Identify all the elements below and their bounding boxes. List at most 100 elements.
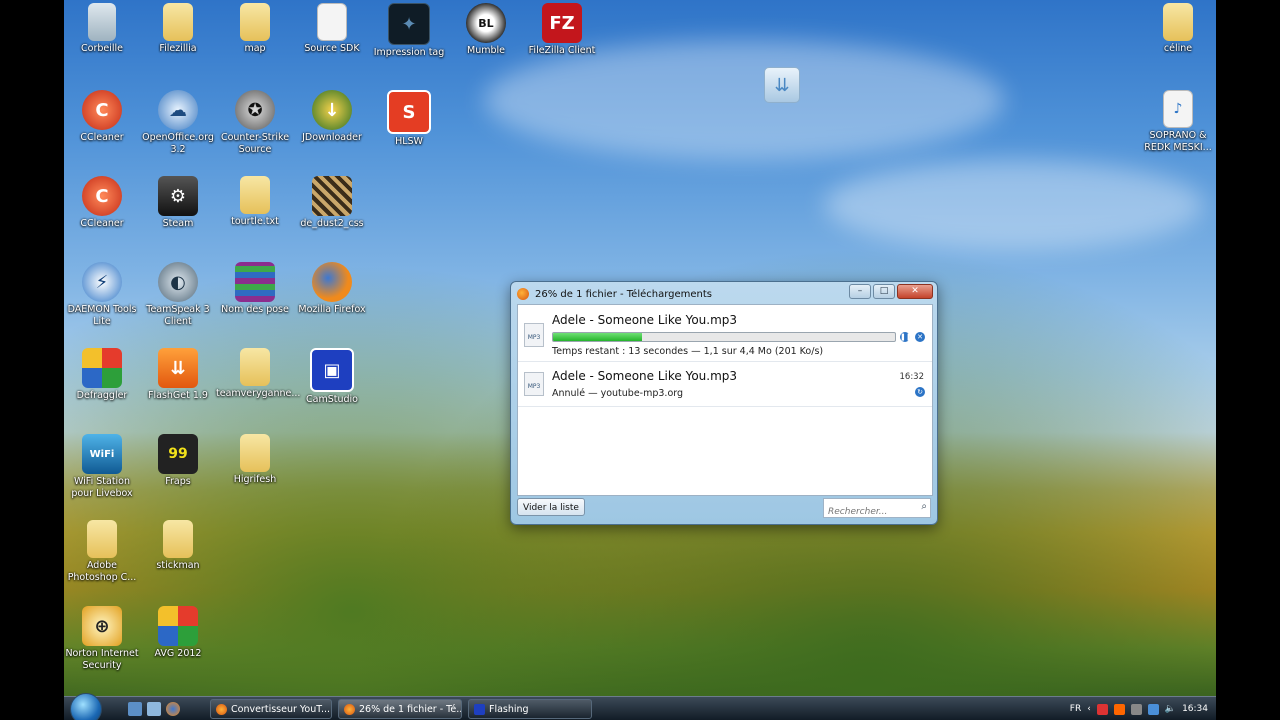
desktop-icon-label: tourtle.txt [231,216,279,227]
desktop-icon-norton[interactable]: ⊕ Norton Internet Security [64,606,141,672]
folder-icon [163,3,193,41]
desktop-icon-label: Impression tag [373,47,445,58]
desktop-icon-adobe-photoshop[interactable]: Adobe Photoshop C... [64,520,141,584]
desktop-icon-teamveryganne[interactable]: teamveryganne... [216,348,301,400]
desktop-icon-flashget[interactable]: ⇊ FlashGet 1.9 [139,348,217,402]
desktop-icon-soprano-mp3[interactable]: ♪ SOPRANO & REDK MESKI... [1139,90,1216,154]
desktop-icon-label: Filezillia [159,43,197,54]
clock[interactable]: 16:34 [1182,704,1208,714]
clear-list-button[interactable]: Vider la liste [517,498,585,516]
desktop-icon-label: Higrifesh [233,474,277,485]
retry-icon: ↻ [917,388,923,396]
tray-app-icon[interactable] [1130,703,1142,715]
desktop-icon-label: Mozilla Firefox [298,304,366,315]
fraps-icon: 99 [158,434,198,474]
desktop-icon-de-dust2[interactable]: de_dust2_css [293,176,371,230]
desktop-icon-recycle-bin[interactable]: Corbeille [64,3,141,55]
download-item[interactable]: MP3 Adele - Someone Like You.mp3 16:32 A… [518,362,932,407]
pause-button[interactable]: ❚❚ [900,332,912,342]
desktop-icon-label: FileZilla Client [528,45,596,56]
desktop-icon-jdownloader[interactable]: ↓ JDownloader [293,90,371,144]
desktop-icon-fraps[interactable]: 99 Fraps [139,434,217,488]
chevron-left-icon[interactable]: ‹ [1087,704,1091,714]
start-button[interactable] [70,693,102,720]
desktop-icon-source-sdk[interactable]: Source SDK [293,3,371,55]
desktop-icon-higrifesh[interactable]: Higrifesh [216,434,294,486]
desktop-icon-stickman[interactable]: stickman [139,520,217,572]
firefox-quicklaunch-icon[interactable] [166,702,180,716]
downloads-list: MP3 Adele - Someone Like You.mp3 ❚❚ ✕ Te… [517,304,933,496]
desktop-icon-label: Nom des pose [221,304,289,315]
ccleaner-icon: C [82,176,122,216]
openoffice-icon: ☁ [158,90,198,130]
volume-icon[interactable]: 🔈 [1165,704,1176,714]
window-title: 26% de 1 fichier - Téléchargements [535,288,713,300]
desktop-icon-wifi-station[interactable]: WiFi WiFi Station pour Livebox [64,434,141,500]
folder-icon [240,434,270,472]
desktop-icon-label: céline [1163,43,1193,54]
taskbar-item-label: 26% de 1 fichier - Té... [359,704,462,715]
recycle-bin-icon [88,3,116,41]
display-icon[interactable] [1147,703,1159,715]
desktop-icon-ccleaner[interactable]: C CCleaner [64,90,141,144]
desktop-icon-filezilla-client[interactable]: FZ FileZilla Client [523,3,601,57]
desktop-icon-celine[interactable]: céline [1139,3,1216,55]
wifi-icon: WiFi [82,434,122,474]
downloads-indicator[interactable]: ⇊ [764,67,800,103]
desktop-icon-hlsw[interactable]: S HLSW [370,90,448,148]
firefox-icon [517,288,529,300]
retry-button[interactable]: ↻ [915,387,925,397]
desktop-icon-filezillia[interactable]: Filezillia [139,3,217,55]
steam-icon: ⚙ [158,176,198,216]
desktop-icon-label: teamveryganne... [216,388,301,399]
switch-windows-icon[interactable] [147,702,161,716]
taskbar-item-convertisseur[interactable]: Convertisseur YouT... [210,699,332,719]
desktop-icon-counter-strike[interactable]: ✪ Counter-Strike Source [216,90,294,156]
taskbar-item-flashing[interactable]: Flashing [468,699,592,719]
archive-icon [235,262,275,302]
desktop-icon-teamspeak[interactable]: ◐ TeamSpeak 3 Client [139,262,217,328]
desktop-icon-label: FlashGet 1.9 [148,390,208,401]
desktop-icon-impression-tag[interactable]: ✦ Impression tag [370,3,448,59]
desktop-icon-ccleaner-2[interactable]: C CCleaner [64,176,141,230]
taskbar-item-downloads[interactable]: 26% de 1 fichier - Té... [338,699,462,719]
show-desktop-icon[interactable] [128,702,142,716]
downloads-window: 26% de 1 fichier - Téléchargements – □ ✕… [510,281,938,525]
desktop-icon-daemon-tools[interactable]: ⚡ DAEMON Tools Lite [64,262,141,328]
desktop-icon-label: map [244,43,266,54]
pause-icon: ❚❚ [900,333,912,341]
desktop-icon-steam[interactable]: ⚙ Steam [139,176,217,230]
search-input[interactable] [824,504,914,520]
download-item[interactable]: MP3 Adele - Someone Like You.mp3 ❚❚ ✕ Te… [518,305,932,362]
download-progress-bar [552,332,896,342]
desktop-icon-map[interactable]: map [216,3,294,55]
maximize-button[interactable]: □ [873,284,895,299]
desktop-icon-camstudio[interactable]: ▣ CamStudio [293,348,371,406]
desktop-icon-tourtle[interactable]: tourtle.txt [216,176,294,228]
daemon-tools-icon: ⚡ [82,262,122,302]
document-icon [317,3,347,41]
desktop-icon-label: TeamSpeak 3 Client [146,304,210,327]
flashget-tray-icon[interactable] [1113,703,1125,715]
counter-strike-icon: ✪ [235,90,275,130]
cancel-button[interactable]: ✕ [915,332,925,342]
desktop-icon-avg[interactable]: AVG 2012 [139,606,217,660]
mumble-icon: BL [466,3,506,43]
desktop-icon-label: WiFi Station pour Livebox [71,476,133,499]
folder-icon [87,520,117,558]
minimize-button[interactable]: – [849,284,871,299]
desktop-icon-label: CCleaner [80,132,124,143]
desktop-icon-openoffice[interactable]: ☁ OpenOffice.org 3.2 [139,90,217,156]
download-progress-fill [553,333,642,341]
desktop-icon-defraggler[interactable]: Defraggler [64,348,141,402]
network-icon[interactable] [1096,703,1108,715]
folder-icon [1163,3,1193,41]
close-button[interactable]: ✕ [897,284,933,299]
desktop-icon-mumble[interactable]: BL Mumble [447,3,525,57]
desktop-icon-label: Source SDK [304,43,360,54]
language-indicator[interactable]: FR [1070,704,1081,714]
map-file-icon [312,176,352,216]
system-tray: FR ‹ 🔈 16:34 [1070,699,1208,719]
desktop-icon-nom-des-pose[interactable]: Nom des pose [216,262,294,316]
desktop-icon-firefox[interactable]: Mozilla Firefox [293,262,371,316]
